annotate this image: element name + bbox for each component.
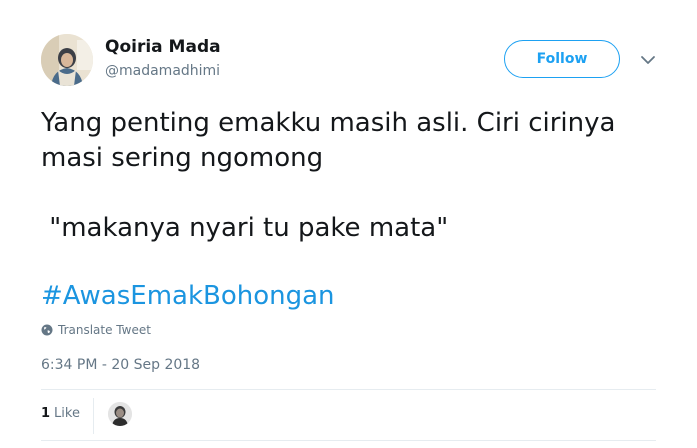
author-name[interactable]: Qoiria Mada [105, 37, 221, 57]
translate-tweet-label: Translate Tweet [58, 323, 151, 337]
tweet-text-line: Yang penting emakku masih asli. Ciri cir… [41, 108, 616, 138]
like-count: 1 [41, 406, 51, 421]
tweet-text-line: "makanya nyari tu pake mata" [41, 213, 449, 243]
tweet-text: Yang penting emakku masih asli. Ciri cir… [41, 106, 661, 246]
author-handle[interactable]: @madamadhimi [105, 63, 220, 79]
globe-icon [41, 324, 53, 336]
follow-button[interactable]: Follow [504, 40, 620, 78]
likes-stat[interactable]: 1 Like [41, 406, 80, 421]
tweet-card: Qoiria Mada @madamadhimi Follow Yang pen… [0, 0, 697, 448]
divider [41, 440, 656, 441]
tweet-timestamp[interactable]: 6:34 PM - 20 Sep 2018 [41, 357, 200, 373]
follow-button-label: Follow [536, 51, 588, 67]
chevron-down-icon[interactable] [640, 52, 656, 68]
tweet-stats: 1 Like [41, 390, 656, 440]
translate-tweet-link[interactable]: Translate Tweet [41, 323, 151, 337]
avatar-photo [41, 34, 93, 86]
liker-photo [108, 402, 132, 426]
tweet-text-line: masi sering ngomong [41, 143, 324, 173]
hashtag-link[interactable]: #AwasEmakBohongan [41, 279, 335, 314]
liker-avatar[interactable] [108, 402, 132, 426]
author-avatar[interactable] [41, 34, 93, 86]
stats-divider [93, 398, 94, 434]
like-label: Like [54, 406, 80, 421]
